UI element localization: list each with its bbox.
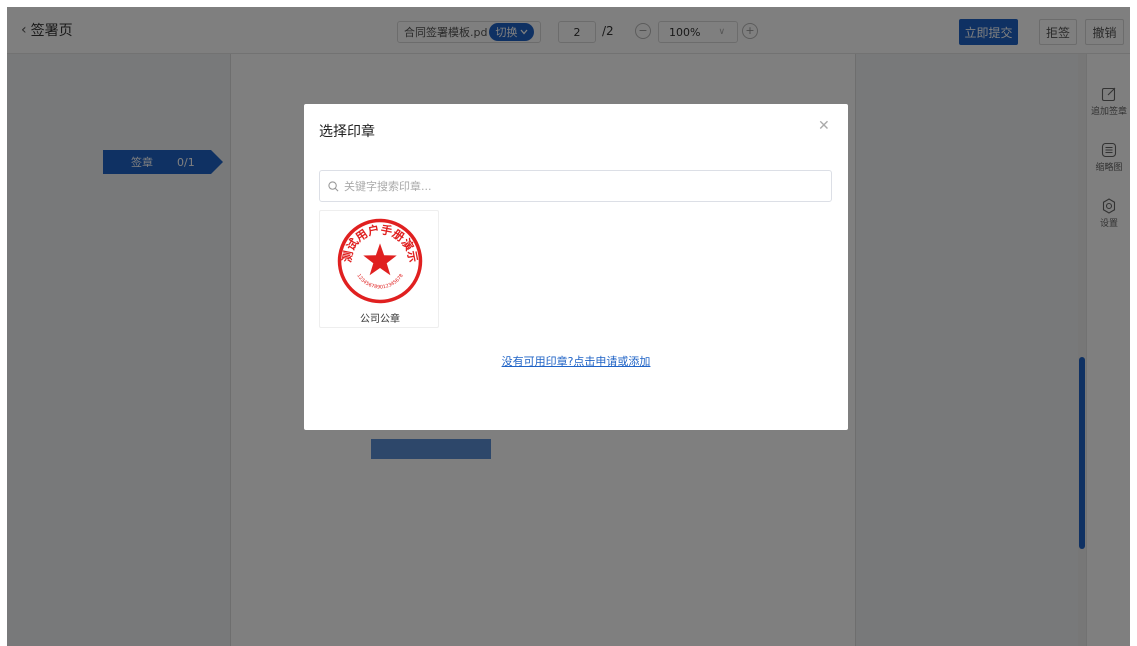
seal-search-box[interactable] [319, 170, 832, 202]
svg-text:123456789012345678: 123456789012345678 [355, 273, 404, 291]
seal-option[interactable]: 测试用户手册演示 123456789012345678 公司公章 [319, 210, 439, 328]
select-seal-dialog: 选择印章 ✕ 测试用户手册演示 123456789012 [304, 104, 848, 430]
seal-star-icon [363, 243, 397, 276]
app-window: ‹ 签署页 合同签署模板.pd 切换 2 /2 − 100% ∨ + 立即提交 … [7, 7, 1130, 646]
search-icon [328, 180, 339, 191]
search-input[interactable] [344, 179, 804, 193]
apply-seal-link[interactable]: 没有可用印章?点击申请或添加 [304, 353, 848, 369]
dialog-title: 选择印章 [319, 124, 375, 140]
seal-serial-text: 123456789012345678 [355, 273, 404, 291]
company-seal-stamp: 测试用户手册演示 123456789012345678 [337, 218, 423, 304]
seal-name: 公司公章 [360, 314, 400, 325]
close-icon[interactable]: ✕ [818, 118, 830, 134]
